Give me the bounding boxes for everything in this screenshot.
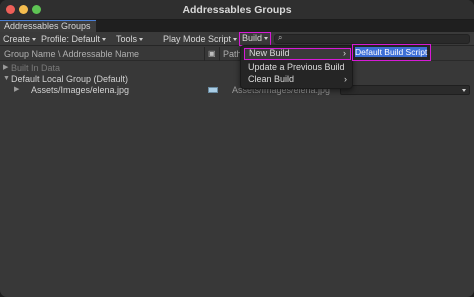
create-label: Create bbox=[3, 34, 31, 44]
header-path[interactable]: Path bbox=[223, 49, 242, 59]
menu-item-new-build[interactable]: New Build › bbox=[244, 48, 351, 60]
chevron-right-icon: › bbox=[343, 48, 346, 58]
tree-row-default-local-group[interactable]: ▼ Default Local Group (Default) bbox=[0, 74, 474, 84]
column-divider[interactable] bbox=[219, 47, 220, 61]
menu-item-default-build-script[interactable]: Default Build Script bbox=[355, 47, 427, 57]
tree-row-elena-asset[interactable]: ▶ Assets/Images/elena.jpg Assets/Images/… bbox=[0, 85, 474, 95]
new-build-submenu: Default Build Script bbox=[352, 44, 431, 61]
collapse-arrow-icon[interactable]: ▼ bbox=[3, 74, 10, 84]
labels-dropdown[interactable] bbox=[340, 85, 470, 95]
chevron-down-icon bbox=[462, 89, 466, 92]
tab-addressables-groups[interactable]: Addressables Groups bbox=[0, 20, 96, 32]
column-divider[interactable] bbox=[204, 47, 205, 61]
build-menu: New Build › Update a Previous Build Clea… bbox=[240, 45, 353, 89]
profile-label: Profile: Default bbox=[41, 34, 101, 44]
chevron-down-icon bbox=[32, 38, 37, 42]
create-dropdown[interactable]: Create bbox=[3, 33, 37, 45]
menu-item-label: New Build bbox=[249, 48, 290, 58]
chevron-down-icon bbox=[139, 38, 144, 42]
row-label: Built In Data bbox=[11, 63, 61, 73]
play-mode-label: Play Mode Script bbox=[163, 34, 232, 44]
title-bar: Addressables Groups bbox=[0, 0, 474, 20]
chevron-down-icon bbox=[264, 37, 269, 41]
build-label: Build bbox=[242, 33, 263, 43]
play-mode-script-dropdown[interactable]: Play Mode Script bbox=[163, 33, 238, 45]
menu-item-label: Update a Previous Build bbox=[248, 62, 345, 72]
search-icon: ⌕ bbox=[278, 33, 283, 42]
chevron-down-icon bbox=[102, 38, 107, 42]
build-dropdown[interactable]: Build bbox=[239, 32, 272, 46]
tools-dropdown[interactable]: Tools bbox=[116, 33, 144, 45]
menu-item-update-previous-build[interactable]: Update a Previous Build bbox=[244, 61, 351, 73]
row-label: Assets/Images/elena.jpg bbox=[31, 85, 130, 95]
asset-type-icon: ▣ bbox=[208, 49, 216, 58]
addressables-window: Addressables Groups Addressables Groups … bbox=[0, 0, 474, 297]
image-asset-icon bbox=[208, 87, 218, 93]
tools-label: Tools bbox=[116, 34, 138, 44]
menu-item-label: Clean Build bbox=[248, 74, 295, 84]
expand-arrow-icon[interactable]: ▶ bbox=[14, 85, 19, 95]
chevron-right-icon: › bbox=[344, 74, 347, 84]
header-group-name[interactable]: Group Name \ Addressable Name bbox=[4, 49, 139, 59]
window-title: Addressables Groups bbox=[182, 4, 292, 16]
expand-arrow-icon[interactable]: ▶ bbox=[3, 63, 8, 73]
menu-item-clean-build[interactable]: Clean Build › bbox=[244, 73, 351, 85]
search-input[interactable]: ⌕ bbox=[274, 33, 470, 44]
chevron-down-icon bbox=[233, 38, 238, 42]
profile-dropdown[interactable]: Profile: Default bbox=[41, 33, 107, 45]
tab-bar: Addressables Groups bbox=[0, 20, 474, 32]
row-label: Default Local Group (Default) bbox=[11, 74, 129, 84]
tree-row-built-in-data[interactable]: ▶ Built In Data bbox=[0, 63, 474, 73]
